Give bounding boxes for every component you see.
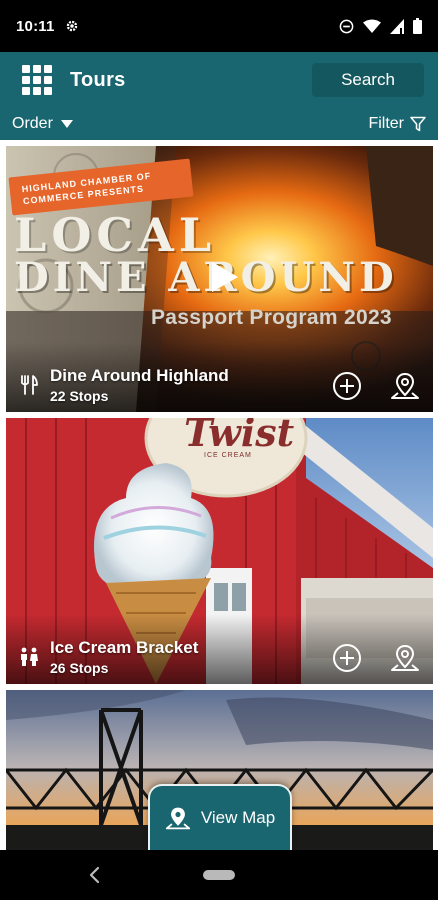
family-icon [21, 647, 38, 666]
wifi-icon [363, 19, 381, 33]
tour-info: Dine Around Highland 22 Stops [18, 366, 229, 404]
tour-stops: 22 Stops [50, 388, 109, 404]
filter-icon [410, 116, 426, 132]
play-icon[interactable] [204, 258, 242, 296]
view-map-label: View Map [200, 808, 276, 827]
filter-button[interactable]: Filter [368, 115, 426, 133]
page-title: Tours [70, 68, 126, 91]
status-bar: 10:11 [0, 0, 438, 52]
gear-icon [66, 20, 77, 32]
tour-info: Ice Cream Bracket 26 Stops [18, 638, 198, 676]
order-label: Order [12, 115, 53, 132]
tour-actions [331, 642, 421, 674]
poster-subtitle: Passport Program 2023 [151, 306, 392, 329]
add-circle-icon [333, 644, 361, 672]
tour-card[interactable]: HIGHLAND CHAMBER OF COMMERCE PRESENTS LO… [6, 146, 433, 412]
search-button[interactable]: Search [312, 63, 424, 97]
order-dropdown[interactable]: Order [12, 115, 73, 133]
caret-down-icon [60, 120, 73, 128]
map-pin-icon [391, 644, 419, 671]
battery-icon [413, 18, 422, 34]
back-icon[interactable] [88, 866, 102, 884]
status-icons [339, 18, 422, 34]
tour-list[interactable]: HIGHLAND CHAMBER OF COMMERCE PRESENTS LO… [0, 140, 438, 850]
tour-card[interactable]: Twist ICE CREAM Ice Cream Bracket 26 Sto… [6, 418, 433, 684]
do-not-disturb-icon [339, 19, 354, 33]
sign-text: Twist [184, 418, 295, 455]
map-pin-button[interactable] [389, 642, 421, 674]
sort-filter-bar: Order Filter [0, 108, 438, 140]
filter-label: Filter [368, 115, 404, 132]
fork-knife-icon [21, 375, 38, 395]
tour-name: Dine Around Highland [50, 366, 229, 385]
app-bar: Tours Search [0, 52, 438, 108]
tour-name: Ice Cream Bracket [50, 638, 199, 657]
system-nav-bar [0, 850, 438, 900]
signal-icon [390, 18, 404, 34]
sign-subtext: ICE CREAM [204, 452, 252, 459]
home-pill[interactable] [203, 870, 235, 880]
add-circle-icon [333, 372, 361, 400]
map-pin-button[interactable] [389, 370, 421, 402]
tour-actions [331, 370, 421, 402]
grid-menu-icon[interactable] [22, 65, 52, 95]
view-map-button[interactable]: View Map [148, 784, 292, 850]
map-pin-icon [165, 807, 190, 830]
map-pin-icon [391, 372, 419, 399]
status-time: 10:11 [16, 17, 55, 35]
tour-stops: 26 Stops [50, 660, 109, 676]
add-tour-button[interactable] [331, 642, 363, 674]
add-tour-button[interactable] [331, 370, 363, 402]
